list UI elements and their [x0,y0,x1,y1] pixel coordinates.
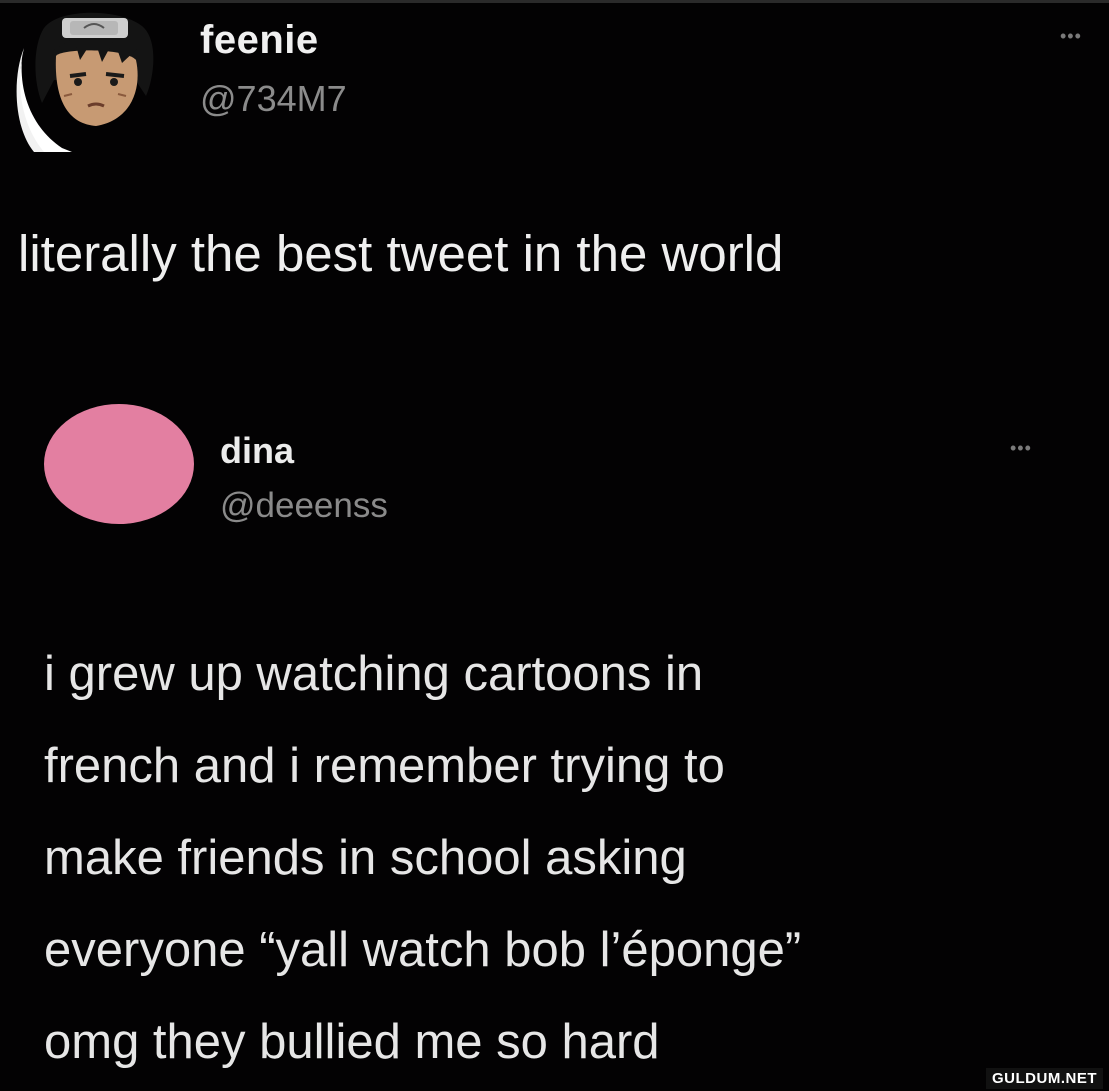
quoted-author-display-name[interactable]: dina [220,430,294,472]
avatar[interactable] [14,8,168,152]
quoted-tweet-line: make friends in school asking [44,831,687,885]
anime-avatar-image [16,12,154,152]
quoted-tweet-line: everyone “yall watch bob l’éponge” [44,923,802,977]
quoted-tweet-line: french and i remember trying to [44,739,725,793]
top-divider [0,0,1109,3]
quoted-author-handle[interactable]: @deeenss [220,486,388,526]
quoted-tweet-line: i grew up watching cartoons in [44,647,704,701]
quoted-tweet-text: i grew up watching cartoons in french an… [44,628,1084,1088]
quoted-avatar[interactable] [44,404,194,524]
more-options-icon[interactable]: ••• [1060,26,1082,47]
tweet-text: literally the best tweet in the world [18,225,784,282]
watermark: GULDUM.NET [986,1068,1103,1089]
author-display-name[interactable]: feenie [200,18,319,63]
quoted-tweet-line: omg they bullied me so hard [44,1015,660,1069]
author-handle[interactable]: @734M7 [200,78,347,120]
quoted-more-options-icon[interactable]: ••• [1010,438,1032,459]
